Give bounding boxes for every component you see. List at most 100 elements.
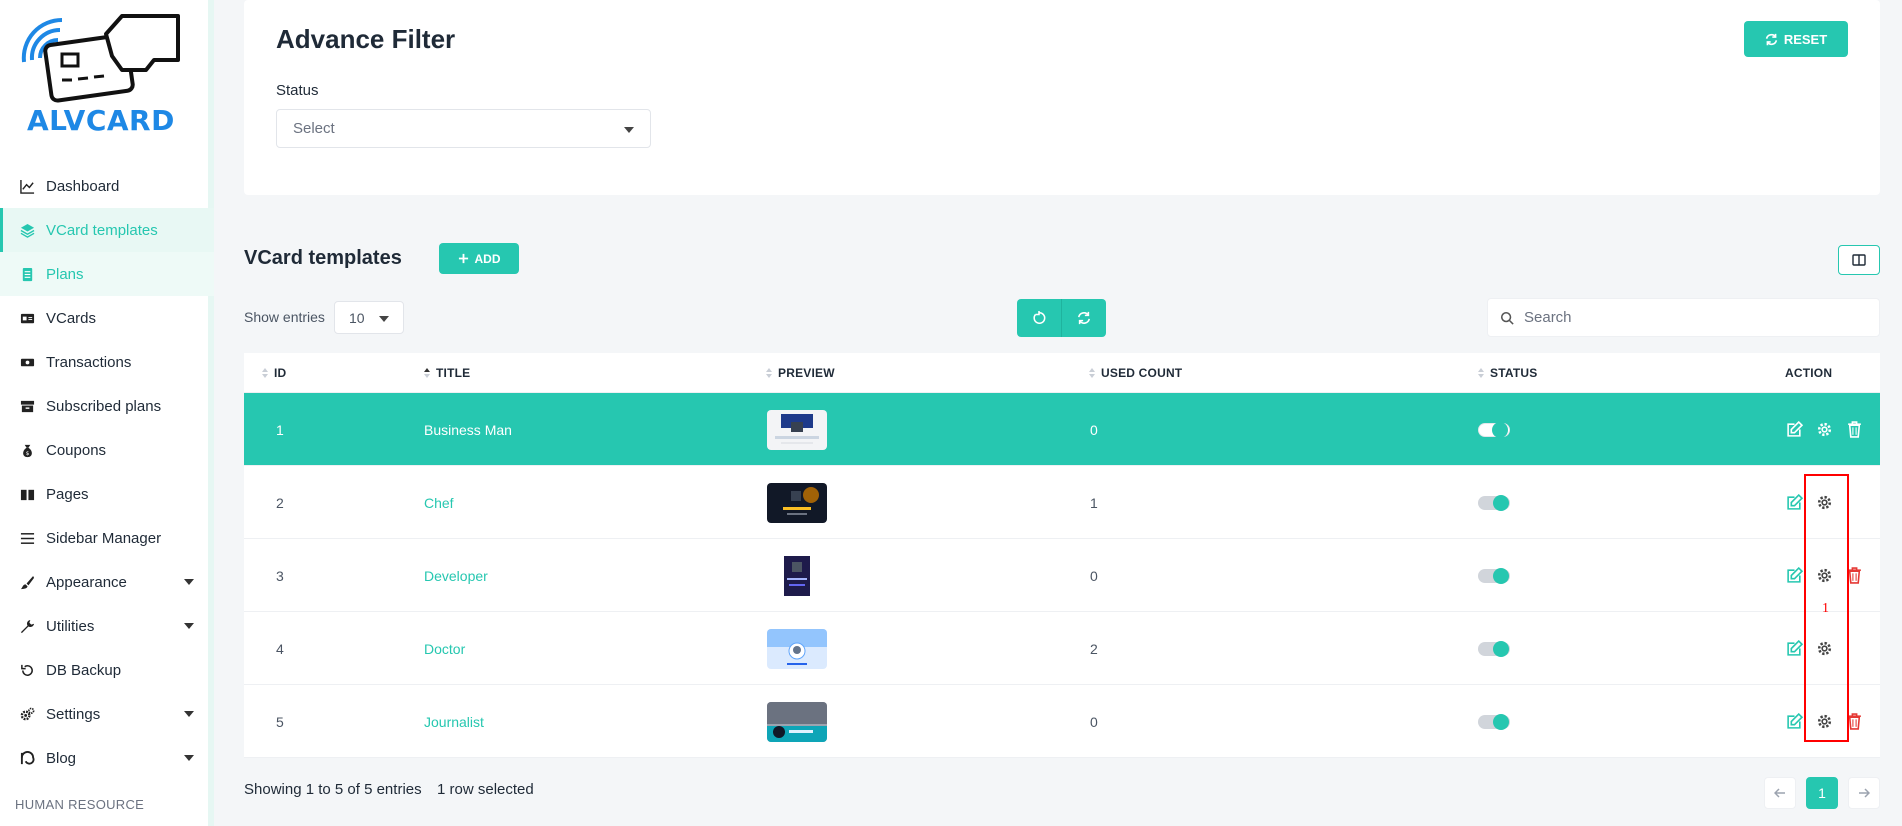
prev-page-button[interactable] [1764,777,1796,809]
sidebar: ALVCARD Dashboard VCard templates Plans … [0,0,214,826]
sidebar-item-subscribed-plans[interactable]: Subscribed plans [0,384,214,428]
cell-title[interactable]: Doctor [424,612,465,685]
sidebar-item-utilities[interactable]: Utilities [0,604,214,648]
table-header: ID TITLE PREVIEW USED COUNT STATUS ACTIO… [244,353,1880,393]
status-toggle[interactable] [1478,494,1510,511]
table-row[interactable]: 4 Doctor 2 [244,612,1880,685]
edit-icon[interactable] [1784,493,1804,513]
next-page-button[interactable] [1848,777,1880,809]
search-box [1487,298,1880,337]
sidebar-item-label: Pages [46,485,89,503]
column-header-title[interactable]: TITLE [424,353,470,393]
table-row[interactable]: 1 Business Man 0 [244,393,1880,466]
sidebar-item-blog[interactable]: Blog [0,736,214,780]
cell-preview [767,685,827,758]
template-preview-image[interactable] [767,628,827,669]
refresh-icon [1765,33,1778,45]
money-bag-icon: $ [20,443,46,458]
chevron-down-icon [184,579,194,585]
cell-title[interactable]: Chef [424,466,454,539]
sidebar-item-label: Coupons [46,441,107,459]
status-toggle[interactable] [1478,713,1510,730]
sync-button[interactable] [1061,299,1106,337]
pagination: 1 [1764,777,1880,809]
sort-icon [766,368,772,378]
rotate-icon [1033,311,1046,324]
reload-button[interactable] [1017,299,1061,337]
page-button-current[interactable]: 1 [1806,777,1838,809]
edit-icon[interactable] [1784,566,1804,586]
sidebar-item-pages[interactable]: Pages [0,472,214,516]
cell-title[interactable]: Business Man [424,393,512,466]
chevron-down-icon [184,623,194,629]
column-header-used-count[interactable]: USED COUNT [1089,353,1182,393]
sort-icon [1478,368,1484,378]
status-toggle[interactable] [1478,640,1510,657]
status-toggle[interactable] [1478,567,1510,584]
gear-icon[interactable] [1814,420,1834,440]
cell-status [1478,539,1510,612]
add-label: ADD [474,251,501,266]
column-toggle-button[interactable] [1838,245,1880,275]
caret-down-icon [624,127,634,133]
sort-icon [262,368,268,378]
cell-title[interactable]: Developer [424,539,488,612]
sidebar-item-vcards[interactable]: VCards [0,296,214,340]
plus-icon [458,253,468,264]
template-preview-image[interactable] [767,409,827,450]
sidebar-item-appearance[interactable]: Appearance [0,560,214,604]
cell-title[interactable]: Journalist [424,685,484,758]
showing-entries-info: Showing 1 to 5 of 5 entries [244,781,422,798]
sidebar-item-sidebar-manager[interactable]: Sidebar Manager [0,516,214,560]
cell-id: 4 [276,640,284,657]
cogs-icon [20,707,46,722]
status-toggle[interactable] [1478,421,1510,438]
sidebar-item-dashboard[interactable]: Dashboard [0,164,214,208]
status-select[interactable]: Select [276,109,651,148]
sidebar-item-db-backup[interactable]: DB Backup [0,648,214,692]
edit-icon[interactable] [1784,420,1804,440]
book-icon [20,487,46,502]
templates-table: ID TITLE PREVIEW USED COUNT STATUS ACTIO… [244,353,1880,758]
sidebar-item-settings[interactable]: Settings [0,692,214,736]
edit-icon[interactable] [1784,639,1804,659]
column-header-id[interactable]: ID [262,353,286,393]
brush-icon [20,575,46,590]
add-button[interactable]: ADD [439,243,519,274]
cell-preview [767,539,827,612]
sort-asc-icon [424,368,430,378]
table-row[interactable]: 5 Journalist 0 [244,685,1880,758]
caret-down-icon [379,316,389,322]
money-icon [20,355,46,370]
sort-icon [1089,368,1095,378]
template-preview-image[interactable] [767,555,827,596]
layers-icon [20,223,46,238]
entries-per-page-select[interactable]: 10 [334,301,404,334]
sidebar-item-plans[interactable]: Plans [0,252,214,296]
chart-line-icon [20,179,46,194]
cell-used-count: 0 [1090,567,1098,584]
sidebar-item-transactions[interactable]: Transactions [0,340,214,384]
sidebar-item-vcard-templates[interactable]: VCard templates [0,208,214,252]
arrow-left-icon [1774,788,1785,798]
cell-id: 1 [276,421,284,438]
archive-icon [20,399,46,414]
cell-used-count: 2 [1090,640,1098,657]
sidebar-item-label: Utilities [46,617,95,635]
cell-status [1478,612,1510,685]
rows-selected-info: 1 row selected [437,781,534,798]
template-preview-image[interactable] [767,701,827,742]
trash-icon[interactable] [1844,420,1864,440]
sidebar-item-coupons[interactable]: $ Coupons [0,428,214,472]
edit-icon[interactable] [1784,712,1804,732]
table-row[interactable]: 2 Chef 1 [244,466,1880,539]
section-title: VCard templates [244,247,402,269]
search-input[interactable] [1524,309,1844,326]
template-preview-image[interactable] [767,482,827,523]
table-row[interactable]: 3 Developer 0 [244,539,1880,612]
cell-status [1478,466,1510,539]
column-header-status[interactable]: STATUS [1478,353,1537,393]
column-header-preview[interactable]: PREVIEW [766,353,835,393]
reset-button[interactable]: RESET [1744,21,1848,57]
svg-text:$: $ [26,451,30,457]
